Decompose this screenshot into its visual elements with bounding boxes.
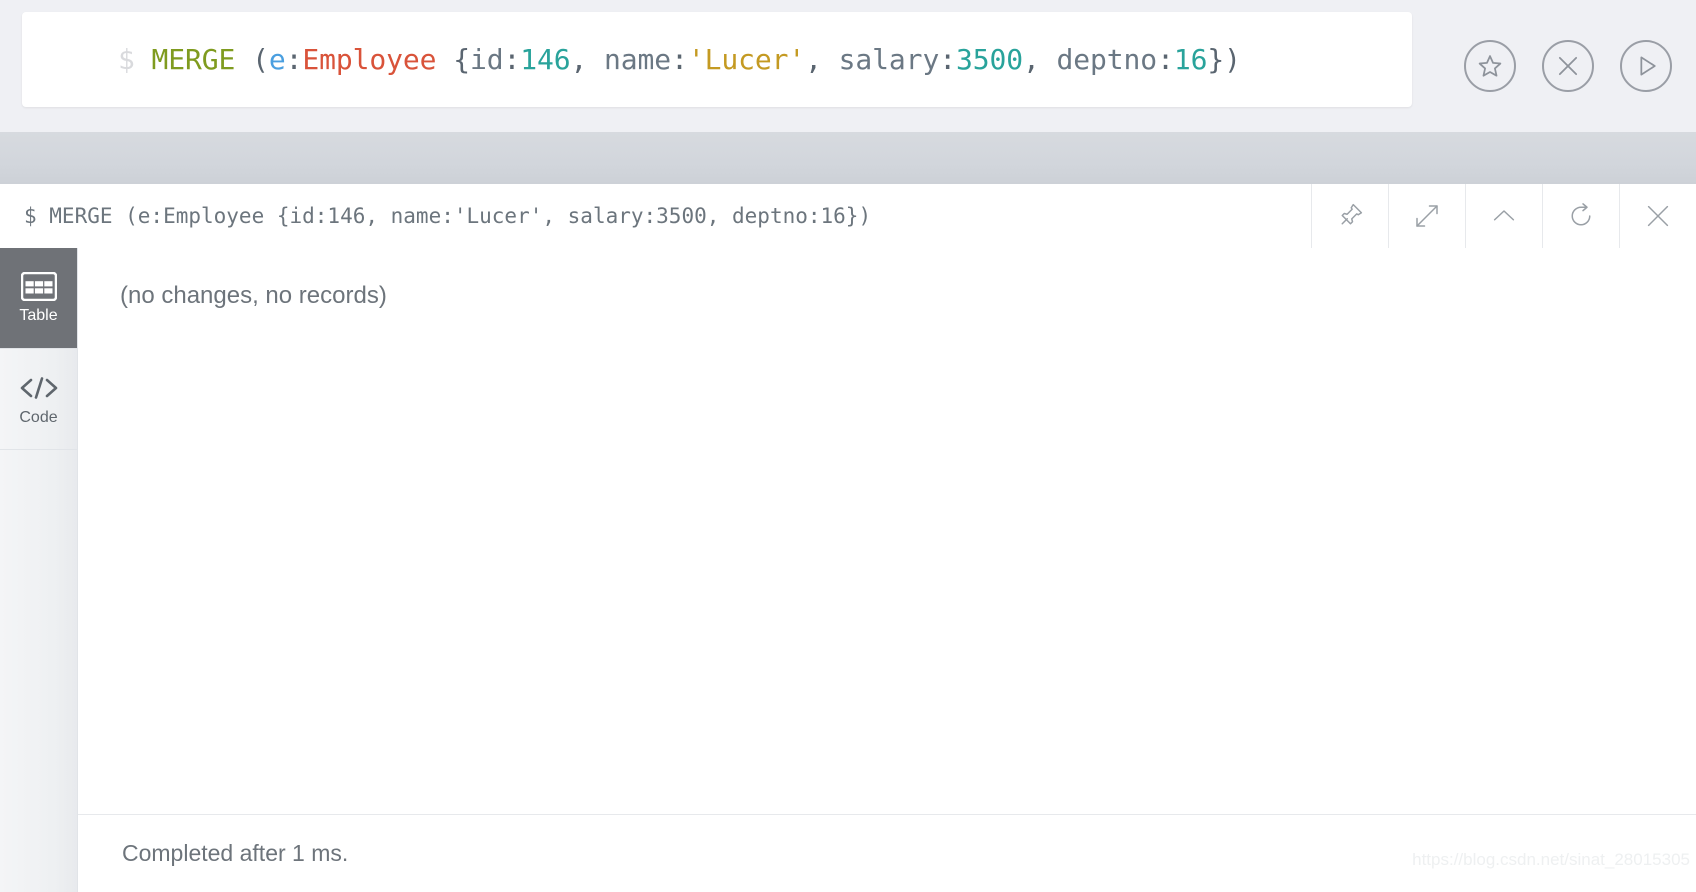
- query-token-string: 'Lucer': [687, 42, 806, 76]
- result-frame-header: $ MERGE (e:Employee {id:146, name:'Lucer…: [0, 184, 1696, 249]
- clear-button[interactable]: [1542, 40, 1594, 92]
- chevron-up-icon: [1493, 210, 1515, 221]
- query-token-punct: {: [436, 42, 470, 76]
- result-message: (no changes, no records): [120, 282, 387, 309]
- query-token-var: e: [268, 42, 286, 76]
- view-tab-code-label: Code: [19, 408, 58, 426]
- result-frame: $ MERGE (e:Employee {id:146, name:'Lucer…: [0, 184, 1696, 892]
- code-icon: [20, 376, 57, 399]
- query-token-number: 3500: [955, 42, 1023, 76]
- query-token-number: 146: [520, 42, 571, 76]
- query-editor-input[interactable]: $ MERGE (e:Employee {id:146, name:'Lucer…: [22, 42, 1412, 76]
- query-token-punct: :: [939, 42, 956, 76]
- editor-action-buttons: [1464, 0, 1672, 132]
- query-editor-card[interactable]: $ MERGE (e:Employee {id:146, name:'Lucer…: [22, 12, 1412, 107]
- query-token-number: 16: [1173, 42, 1208, 76]
- query-token-key: name: [604, 42, 672, 76]
- status-text: Completed after 1 ms.: [122, 840, 349, 866]
- view-tab-table[interactable]: Table: [0, 248, 77, 349]
- query-editor-bar: $ MERGE (e:Employee {id:146, name:'Lucer…: [0, 0, 1696, 132]
- run-button[interactable]: [1620, 40, 1672, 92]
- table-icon: [20, 272, 57, 301]
- pin-frame-button[interactable]: [1311, 184, 1388, 248]
- close-icon: [1647, 205, 1669, 227]
- close-circle-icon: [1558, 56, 1578, 76]
- result-content-column: (no changes, no records) Completed after…: [78, 248, 1696, 892]
- query-token-punct: }): [1207, 42, 1241, 76]
- collapse-frame-button[interactable]: [1465, 184, 1542, 248]
- editor-prompt-symbol: $: [118, 42, 135, 76]
- query-token-key: deptno: [1056, 42, 1158, 76]
- query-token-punct: (: [235, 42, 269, 76]
- refresh-frame-button[interactable]: [1542, 184, 1619, 248]
- query-token-key: id: [469, 42, 504, 76]
- query-token-punct: :: [1157, 42, 1174, 76]
- view-tab-code[interactable]: Code: [0, 349, 77, 450]
- query-token-punct: :: [285, 42, 303, 76]
- favorite-button[interactable]: [1464, 40, 1516, 92]
- query-tokens: MERGE (e:Employee {id:146, name:'Lucer',…: [135, 43, 1241, 76]
- frame-title: $ MERGE (e:Employee {id:146, name:'Lucer…: [24, 204, 872, 228]
- query-token-key: salary: [838, 42, 940, 76]
- view-sidebar-filler: [0, 450, 77, 892]
- play-circle-icon: [1640, 56, 1656, 76]
- editor-gap-band: [0, 132, 1696, 184]
- expand-frame-button[interactable]: [1388, 184, 1465, 248]
- result-status-bar: Completed after 1 ms.: [78, 814, 1696, 892]
- query-token-punct: :: [671, 42, 688, 76]
- result-body: (no changes, no records): [78, 248, 1696, 814]
- refresh-icon: [1571, 203, 1591, 226]
- query-token-punct: ,: [805, 42, 839, 76]
- expand-icon: [1416, 205, 1438, 227]
- star-circle-icon: [1478, 55, 1502, 77]
- pin-icon: [1341, 203, 1363, 225]
- query-token-punct: ,: [570, 42, 605, 76]
- query-token-label: Employee: [302, 42, 437, 76]
- close-frame-button[interactable]: [1619, 184, 1696, 248]
- view-tab-table-label: Table: [19, 307, 58, 324]
- view-mode-sidebar: Table Code: [0, 248, 78, 892]
- result-frame-body: Table Code (no changes, no records) Comp…: [0, 248, 1696, 892]
- query-token-punct: :: [503, 42, 521, 76]
- query-token-keyword: MERGE: [151, 42, 236, 76]
- query-token-punct: ,: [1023, 42, 1057, 76]
